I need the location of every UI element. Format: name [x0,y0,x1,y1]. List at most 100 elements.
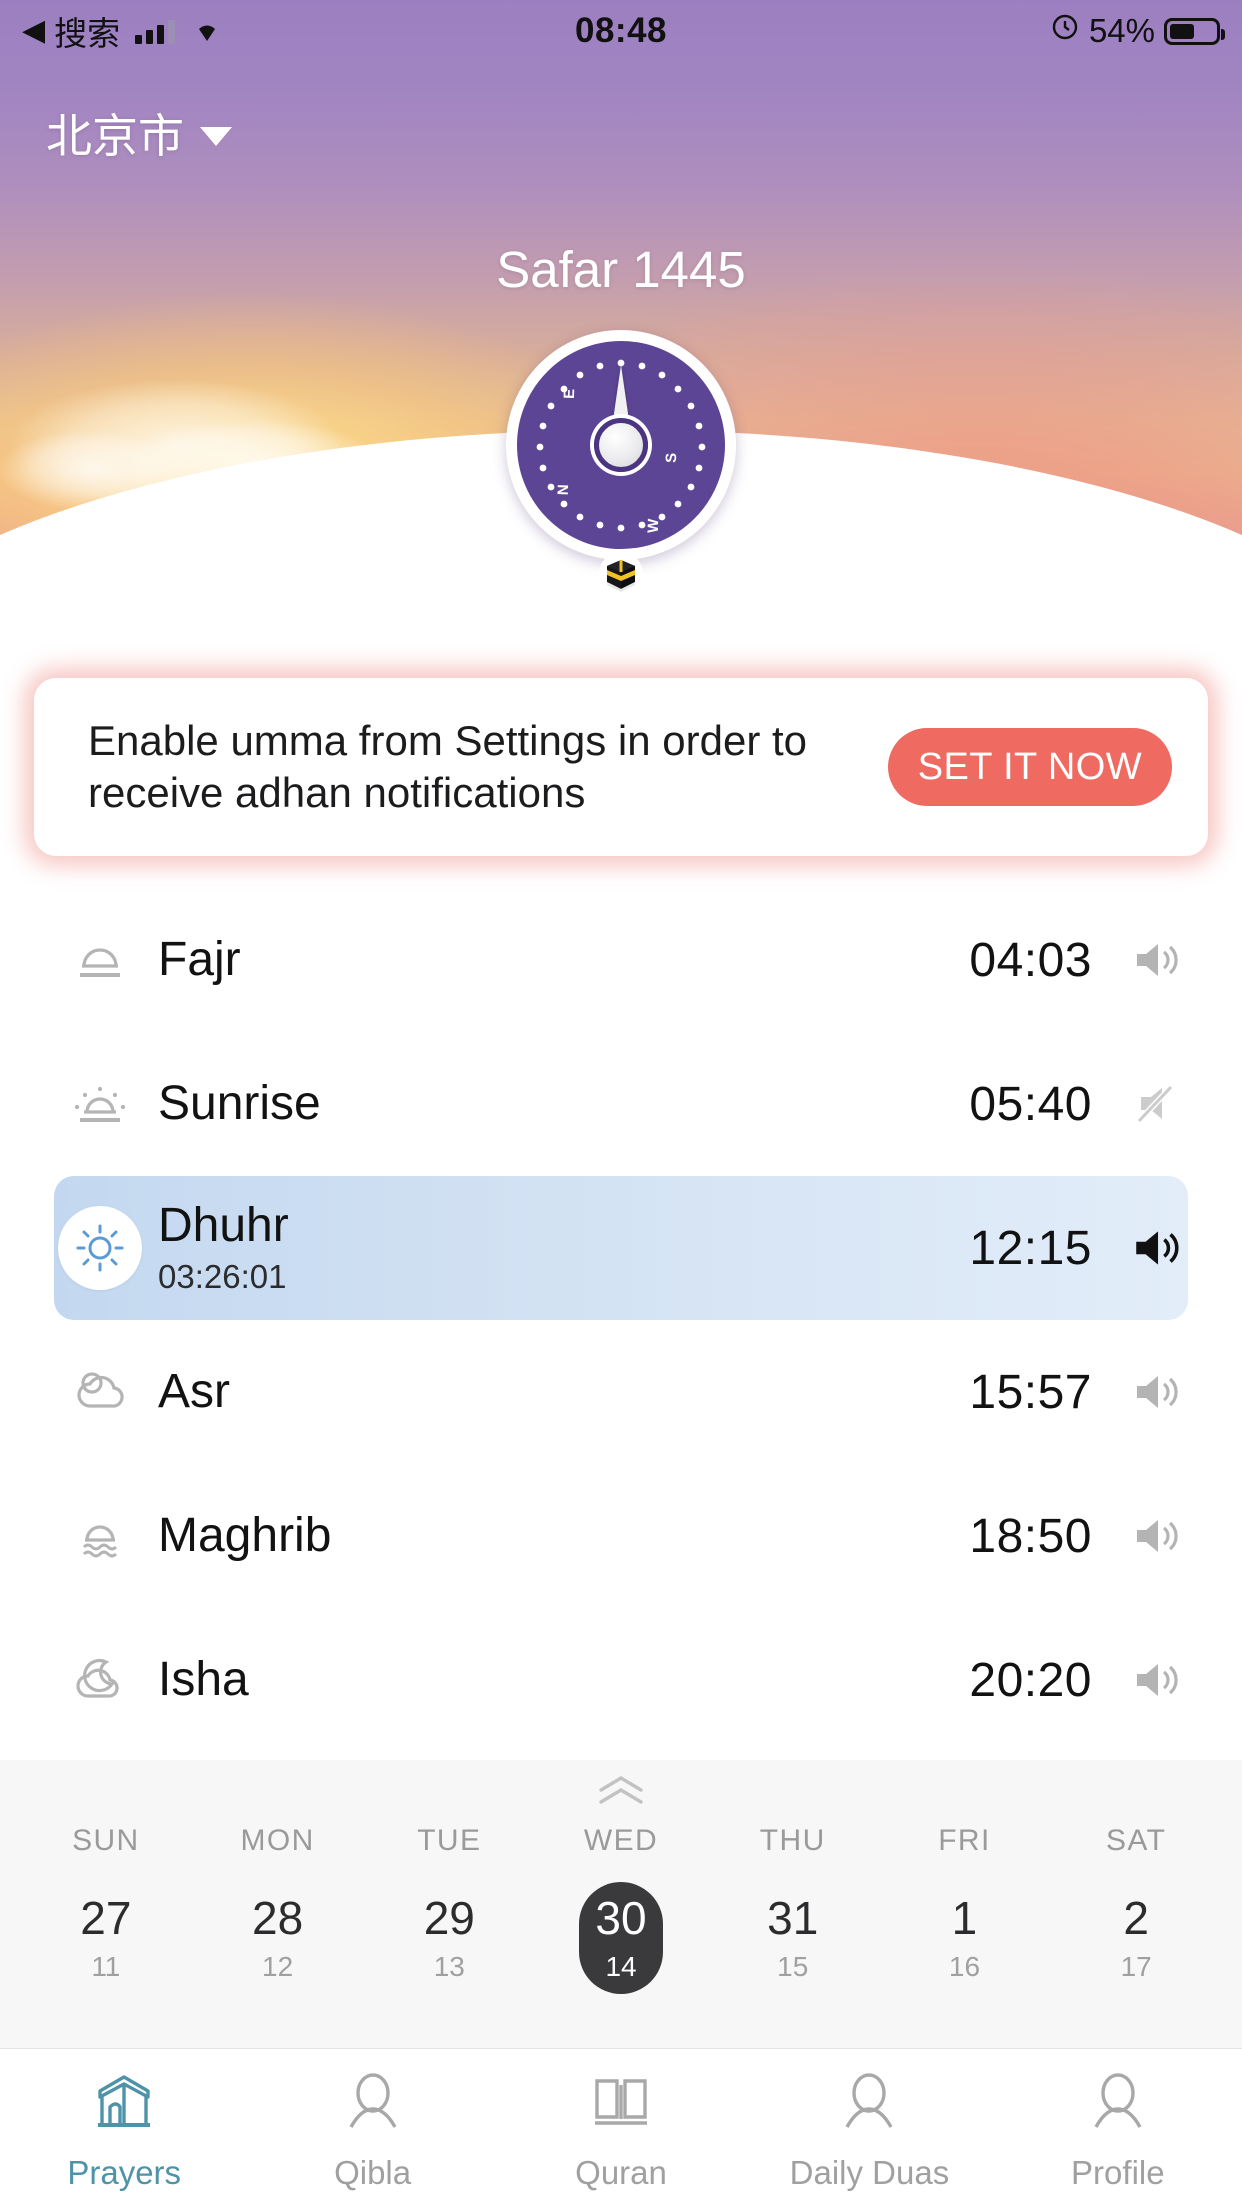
qibla-compass[interactable]: E S N W [506,330,736,596]
prayer-row-maghrib[interactable]: Maghrib 18:50 [54,1464,1188,1608]
prayer-time: 15:57 [969,1365,1092,1419]
prayer-countdown: 03:26:01 [158,1257,287,1295]
tab-profile[interactable]: Profile [994,2067,1242,2192]
compass-hub [594,418,648,472]
kaaba-icon [592,544,650,602]
calendar-day-pill: 28 12 [236,1882,320,1994]
calendar-day-pill: 2 17 [1094,1882,1178,1994]
calendar-dow: MON [240,1824,315,1857]
prayer-time: 04:03 [969,933,1092,987]
speaker-on-icon[interactable] [1126,1513,1188,1559]
calendar-day-wrap: 30 14 [535,1880,707,1996]
set-it-now-button[interactable]: SET IT NOW [887,728,1172,806]
speaker-off-icon[interactable] [1126,1081,1188,1127]
city-label: 北京市 [46,110,184,162]
status-bar-clock: 08:48 [574,11,668,50]
person-icon [833,2067,905,2144]
mosque-icon [88,2067,160,2144]
calendar-day-number: 27 [80,1892,132,1944]
prayer-row-dhuhr[interactable]: Dhuhr 03:26:01 12:15 [54,1176,1188,1320]
calendar-hijri-number: 13 [433,1951,465,1982]
calendar-day-wrap: 2 17 [1050,1880,1222,1996]
prayer-time: 20:20 [969,1653,1092,1707]
calendar-dow: TUE [417,1824,482,1857]
calendar-day-pill: 29 13 [407,1882,491,1994]
calendar-day-wrap: 31 15 [707,1880,879,1996]
calendar-day-wrap: 27 11 [20,1880,192,1996]
sun-behind-cloud-icon [54,1364,146,1420]
prayer-row-isha[interactable]: Isha 20:20 [54,1608,1188,1752]
svg-text:N: N [555,484,572,495]
speaker-on-icon[interactable] [1126,1657,1188,1703]
prayer-name: Asr [158,1365,230,1419]
prayer-name: Isha [158,1653,249,1707]
chevron-double-up-icon[interactable] [0,1760,1242,1818]
app-root: ◀ 搜索 08:48 54% 北京市 Safar 1445 E S N W En… [0,0,1242,2208]
person-icon [1082,2067,1154,2144]
speaker-on-icon[interactable] [1126,937,1188,983]
speaker-on-icon[interactable] [1126,1369,1188,1415]
svg-text:W: W [645,518,663,534]
prayer-name-wrap: Fajr [146,934,969,986]
fajr-dawn-icon [54,932,146,988]
calendar-strip: SUN 27 11 MON 28 12 TUE 29 13 WED 30 14 … [0,1760,1242,2048]
prayer-row-asr[interactable]: Asr 15:57 [54,1320,1188,1464]
prayer-name: Dhuhr [158,1199,289,1253]
prayer-time: 12:15 [969,1221,1092,1275]
city-selector[interactable]: 北京市 [46,100,232,166]
book-icon [585,2067,657,2144]
sun-icon [58,1206,142,1290]
calendar-day-number: 29 [423,1892,475,1944]
speaker-on-icon[interactable] [1126,1224,1188,1272]
calendar-day-number: 30 [595,1892,647,1944]
calendar-day-pill: 1 16 [922,1882,1006,1994]
calendar-day-cell[interactable]: FRI 1 16 [879,1824,1051,1996]
calendar-hijri-number: 16 [948,1951,981,1982]
calendar-day-wrap: 1 16 [879,1880,1051,1996]
banner-message: Enable umma from Settings in order to re… [88,716,808,816]
person-icon [337,2067,409,2144]
calendar-day-cell[interactable]: SAT 2 17 [1050,1824,1222,1996]
tab-label: Prayers [67,2154,182,2191]
prayer-icon-wrap [54,1206,146,1290]
prayer-row-sunrise[interactable]: Sunrise 05:40 [54,1032,1188,1176]
tab-qibla[interactable]: Qibla [248,2067,496,2192]
prayer-name-wrap: Asr [146,1366,969,1418]
prayer-row-fajr[interactable]: Fajr 04:03 [54,888,1188,1032]
calendar-dow: SUN [72,1824,140,1857]
svg-text:S: S [663,453,680,464]
prayer-times-list: Fajr 04:03 Sunrise 05:40 Dhuhr 03:26:01 … [0,888,1242,1752]
calendar-day-number: 31 [767,1892,819,1944]
moon-cloud-icon [54,1652,146,1708]
prayer-name: Sunrise [158,1077,321,1131]
calendar-day-cell[interactable]: TUE 29 13 [363,1824,535,1996]
calendar-day-cell-selected[interactable]: WED 30 14 [535,1824,707,1996]
tab-daily-duas[interactable]: Daily Duas [745,2067,993,2192]
tab-label: Daily Duas [789,2154,950,2191]
tab-label: Qibla [334,2154,412,2191]
tab-prayers[interactable]: Prayers [0,2067,248,2192]
calendar-day-number: 2 [1123,1892,1149,1944]
calendar-day-wrap: 29 13 [363,1880,535,1996]
tab-quran[interactable]: Quran [497,2067,745,2192]
battery-icon [1164,17,1225,45]
prayer-name: Maghrib [158,1509,332,1563]
calendar-hijri-number: 12 [262,1951,294,1982]
svg-text:E: E [561,389,578,400]
calendar-day-cell[interactable]: THU 31 15 [707,1824,879,1996]
compass-dial: E S N W [506,330,736,560]
sunset-water-icon [54,1508,146,1564]
prayer-name-wrap: Dhuhr 03:26:01 [146,1200,969,1296]
calendar-day-number: 28 [251,1892,304,1944]
calendar-day-wrap: 28 12 [192,1880,364,1996]
calendar-hijri-number: 15 [777,1951,809,1982]
calendar-hijri-number: 11 [91,1951,121,1982]
calendar-hijri-number: 17 [1120,1951,1152,1982]
tab-label: Profile [1071,2154,1165,2191]
calendar-dow: THU [759,1824,826,1857]
calendar-day-cell[interactable]: SUN 27 11 [20,1824,192,1996]
calendar-day-pill: 27 11 [64,1882,148,1994]
prayer-name: Fajr [158,933,241,987]
prayer-name-wrap: Isha [146,1654,969,1706]
calendar-day-cell[interactable]: MON 28 12 [192,1824,364,1996]
